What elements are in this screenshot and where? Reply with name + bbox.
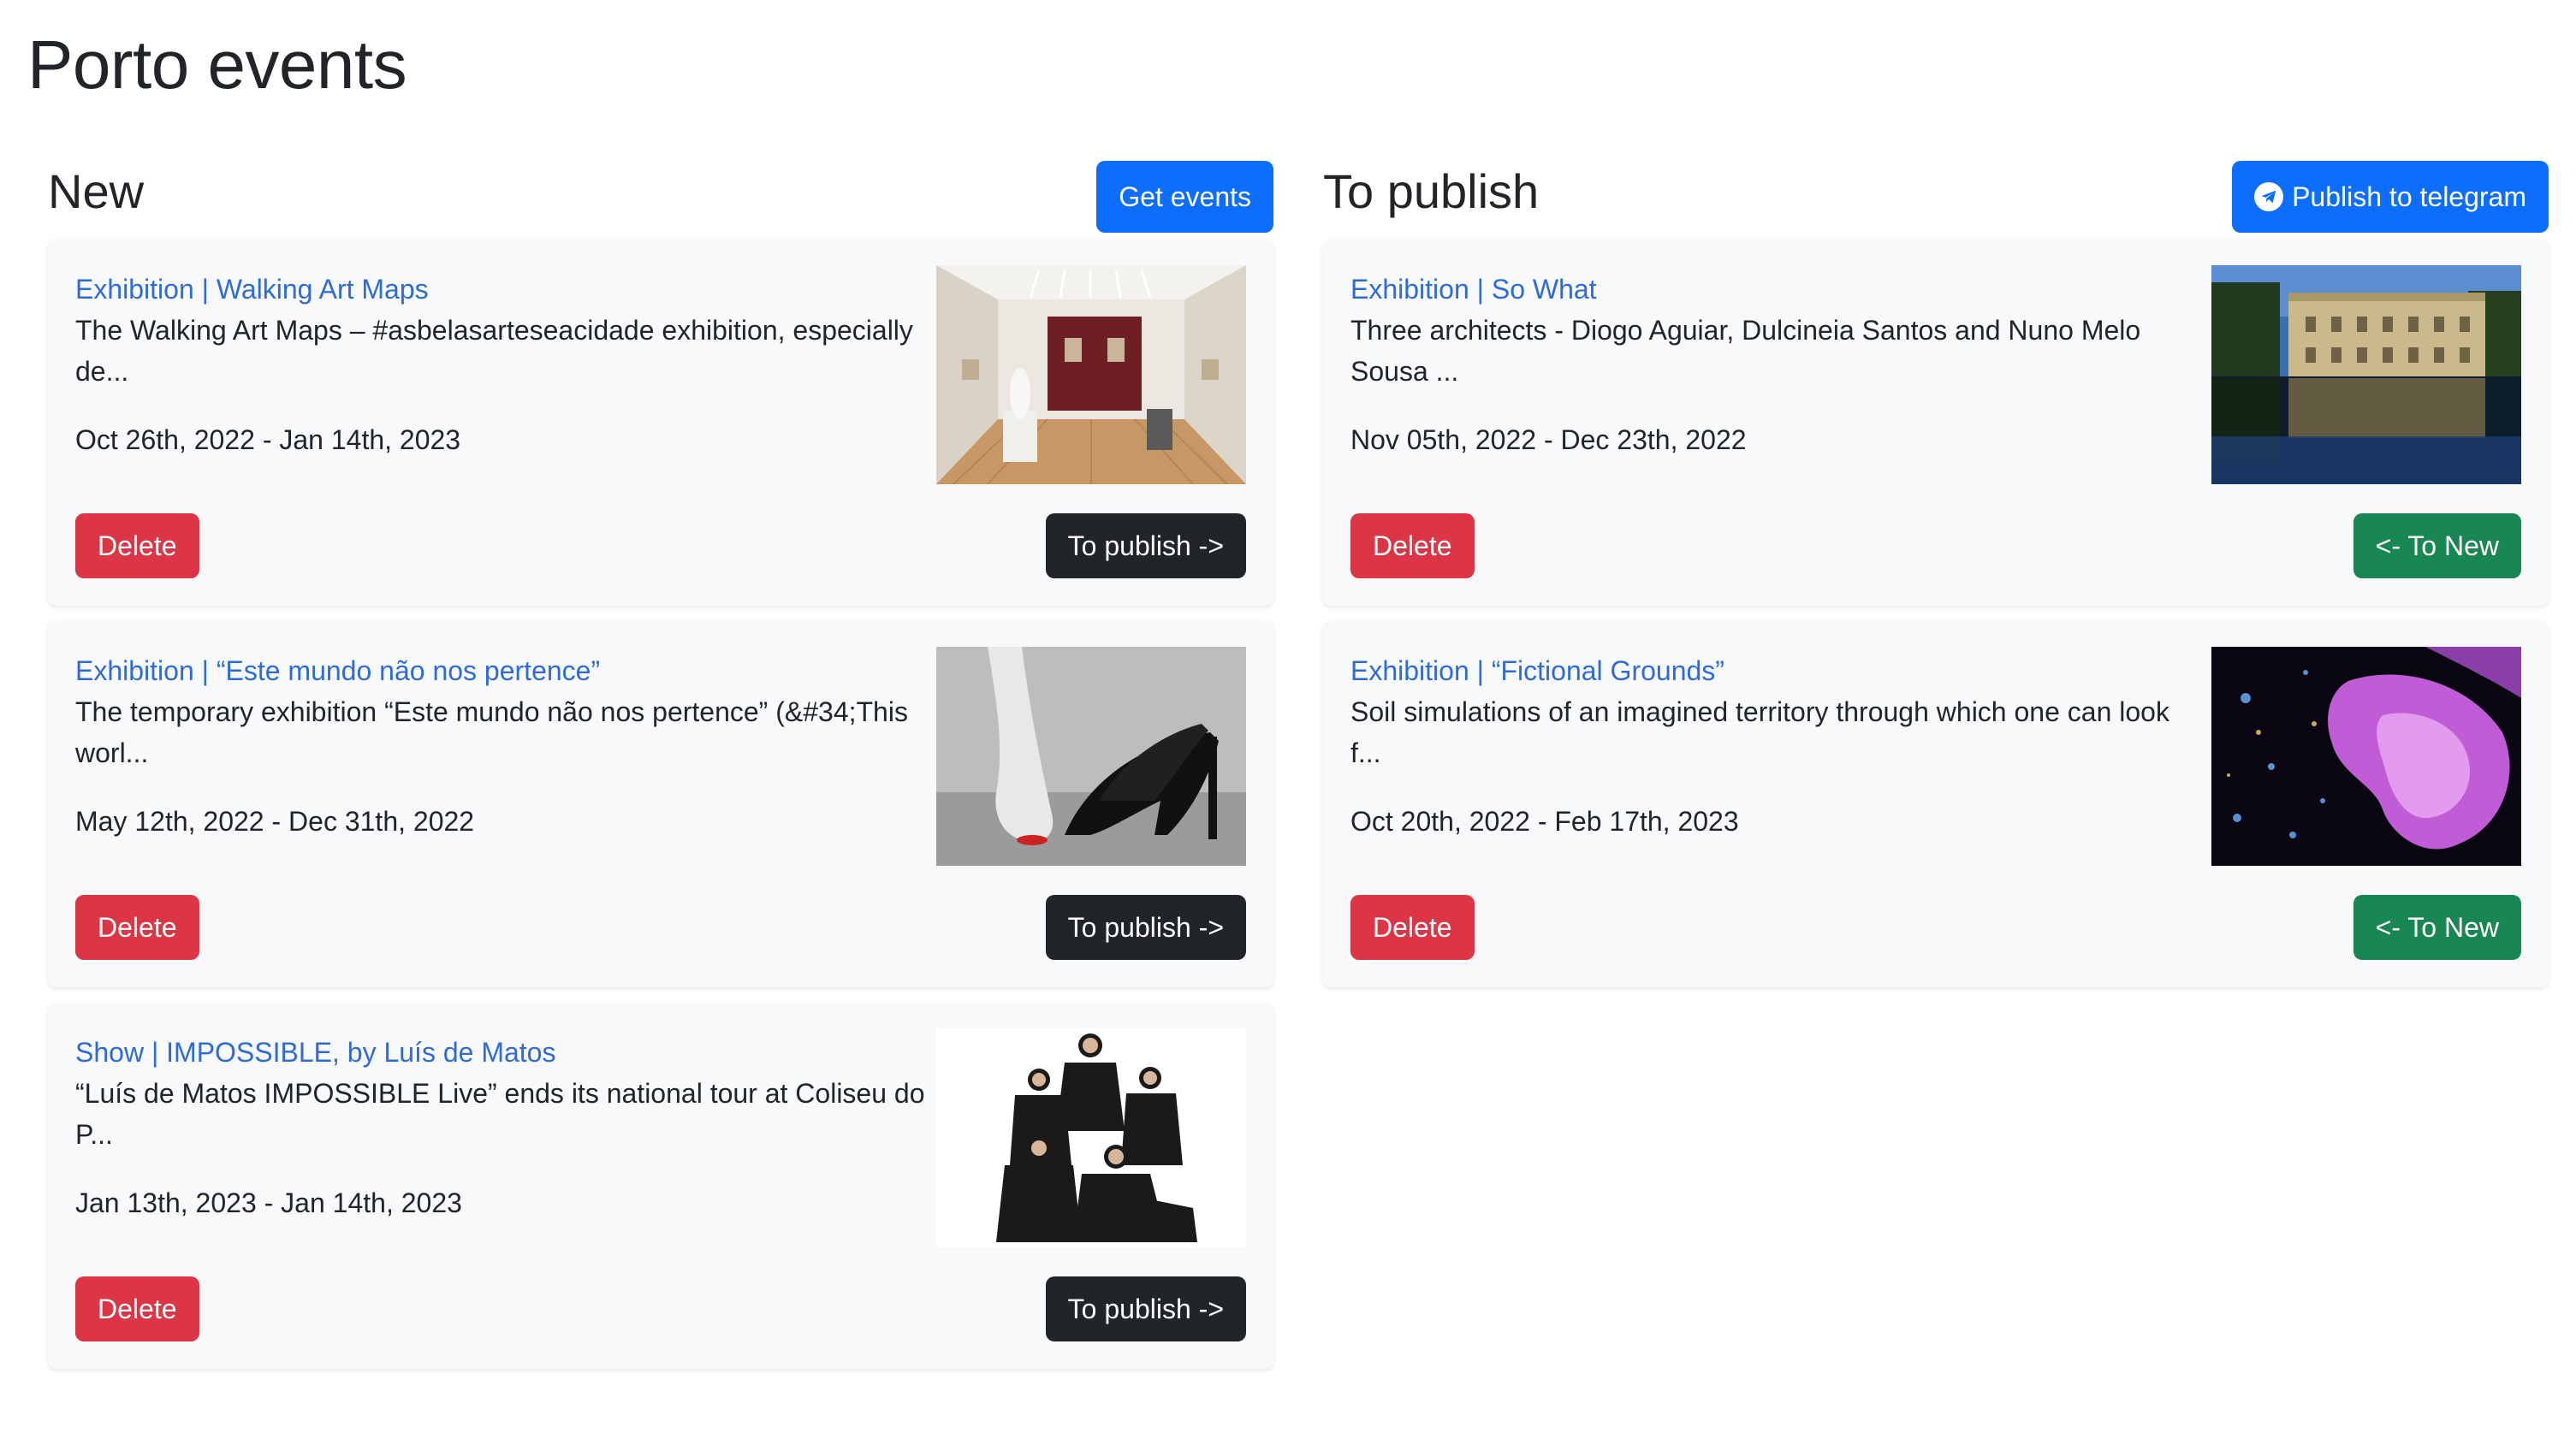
event-thumbnail-performers — [936, 1028, 1246, 1247]
to-publish-button[interactable]: To publish -> — [1045, 895, 1246, 960]
to-publish-button[interactable]: To publish -> — [1045, 1276, 1246, 1341]
event-title-link[interactable]: Show | IMPOSSIBLE, by Luís de Matos — [75, 1032, 931, 1073]
to-publish-column-heading: To publish — [1323, 164, 1540, 218]
to-publish-column-header: To publish Publish to telegram — [1323, 161, 2549, 240]
event-description: Three architects - Diogo Aguiar, Dulcine… — [1350, 315, 2141, 387]
event-title-link[interactable]: Exhibition | “Este mundo não nos pertenc… — [75, 650, 931, 691]
new-column-heading: New — [48, 164, 145, 218]
event-thumbnail-gallery-room — [936, 265, 1246, 484]
to-publish-column: To publish Publish to telegram Exhibitio… — [1323, 161, 2549, 1003]
event-title-link[interactable]: Exhibition | So What — [1350, 269, 2206, 310]
event-dates: Oct 26th, 2022 - Jan 14th, 2023 — [75, 424, 461, 455]
event-card: Exhibition | So What Three architects - … — [1323, 240, 2549, 606]
delete-button[interactable]: Delete — [75, 1276, 199, 1341]
telegram-icon — [2254, 182, 2284, 211]
delete-button[interactable]: Delete — [75, 513, 199, 578]
new-column-header: New Get events — [48, 161, 1273, 240]
delete-button[interactable]: Delete — [75, 895, 199, 960]
event-description: The temporary exhibition “Este mundo não… — [75, 696, 908, 768]
publish-to-telegram-button[interactable]: Publish to telegram — [2232, 161, 2549, 233]
event-card: Exhibition | Walking Art Maps The Walkin… — [48, 240, 1273, 606]
delete-button[interactable]: Delete — [1350, 513, 1475, 578]
get-events-button[interactable]: Get events — [1096, 161, 1273, 233]
event-card: Show | IMPOSSIBLE, by Luís de Matos “Luí… — [48, 1003, 1273, 1369]
event-description: Soil simulations of an imagined territor… — [1350, 696, 2169, 768]
event-description: The Walking Art Maps – #asbelasarteseaci… — [75, 315, 913, 387]
page-title: Porto events — [27, 27, 407, 103]
event-dates: Oct 20th, 2022 - Feb 17th, 2023 — [1350, 806, 1739, 837]
event-card: Exhibition | “Este mundo não nos pertenc… — [48, 621, 1273, 987]
event-dates: Jan 13th, 2023 - Jan 14th, 2023 — [75, 1187, 462, 1218]
event-title-link[interactable]: Exhibition | Walking Art Maps — [75, 269, 931, 310]
event-description: “Luís de Matos IMPOSSIBLE Live” ends its… — [75, 1078, 925, 1150]
event-thumbnail-building-reflection — [2211, 265, 2521, 484]
event-card: Exhibition | “Fictional Grounds” Soil si… — [1323, 621, 2549, 987]
to-new-button[interactable]: <- To New — [2353, 895, 2521, 960]
publish-to-telegram-label: Publish to telegram — [2292, 181, 2526, 212]
delete-button[interactable]: Delete — [1350, 895, 1475, 960]
new-events-column: New Get events Exhibition | Walking Art … — [48, 161, 1273, 1384]
event-dates: Nov 05th, 2022 - Dec 23th, 2022 — [1350, 424, 1747, 455]
event-thumbnail-shoes — [936, 647, 1246, 866]
event-title-link[interactable]: Exhibition | “Fictional Grounds” — [1350, 650, 2206, 691]
to-publish-button[interactable]: To publish -> — [1045, 513, 1246, 578]
to-new-button[interactable]: <- To New — [2353, 513, 2521, 578]
event-thumbnail-abstract — [2211, 647, 2521, 866]
event-dates: May 12th, 2022 - Dec 31th, 2022 — [75, 806, 475, 837]
